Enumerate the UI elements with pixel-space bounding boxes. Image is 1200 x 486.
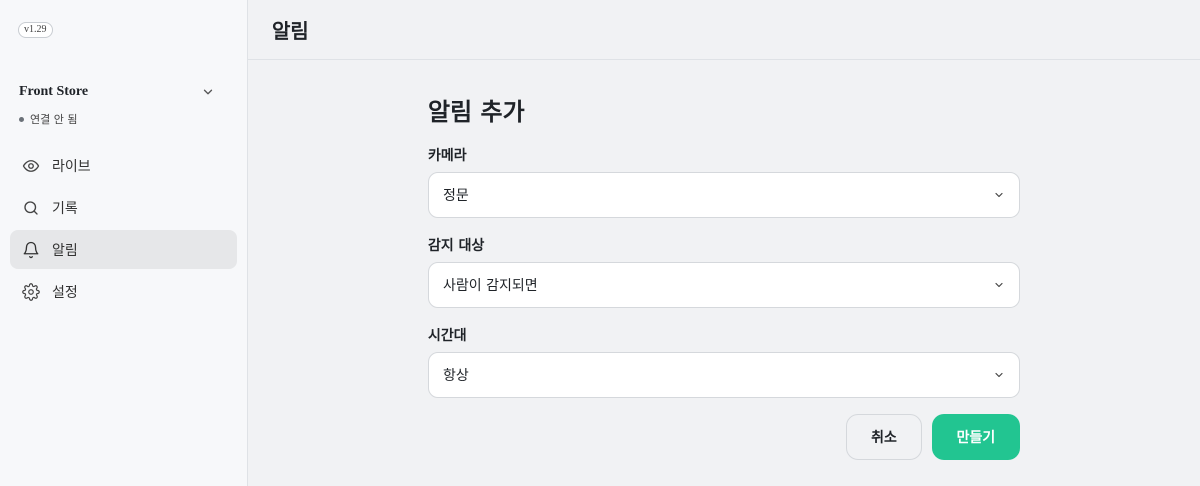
connection-status-label: 연결 안 됨: [30, 113, 78, 126]
create-button[interactable]: 만들기: [932, 414, 1020, 460]
status-dot: [19, 116, 24, 122]
detect-target-label: 감지 대상: [428, 238, 485, 254]
chevron-down-icon: [995, 192, 1003, 198]
search-icon: [24, 200, 38, 215]
sidebar-item-label: 라이브: [52, 158, 91, 175]
form-title: 알림 추가: [428, 98, 525, 126]
add-alert-form: 알림 추가 카메라 정문 감지 대상 사람이 감지되면 시간대 항상 취소 만들…: [428, 92, 1020, 460]
store-selector[interactable]: Front Store: [19, 82, 215, 102]
sidebar-item-history[interactable]: 기록: [10, 188, 237, 227]
top-bar: 알림: [248, 0, 1200, 60]
sidebar-item-label: 설정: [52, 284, 78, 301]
page-title: 알림: [272, 19, 309, 43]
time-range-label: 시간대: [428, 328, 467, 344]
main-area: 알림 알림 추가 카메라 정문 감지 대상 사람이 감지되면 시간대 항상 취소…: [248, 0, 1200, 486]
camera-select[interactable]: 정문: [428, 172, 1020, 218]
sidebar-nav: 라이브 기록 알림 설정: [10, 146, 237, 311]
detect-target-select-value: 사람이 감지되면: [443, 278, 538, 294]
sidebar-item-label: 알림: [52, 242, 78, 259]
sidebar-item-label: 기록: [52, 200, 78, 217]
connection-status: 연결 안 됨: [19, 111, 77, 127]
sidebar-item-live[interactable]: 라이브: [10, 146, 237, 185]
sidebar: v1.29 Front Store 연결 안 됨 라이브 기록 알림 설정: [0, 0, 248, 486]
time-range-select[interactable]: 항상: [428, 352, 1020, 398]
eye-icon: [22, 159, 40, 172]
app-root: v1.29 Front Store 연결 안 됨 라이브 기록 알림 설정 알림…: [0, 0, 1200, 486]
chevron-down-icon: [995, 372, 1003, 378]
time-range-select-value: 항상: [443, 368, 469, 384]
cancel-button[interactable]: 취소: [846, 414, 922, 460]
chevron-down-icon: [995, 282, 1003, 288]
version-badge: v1.29: [18, 22, 53, 38]
camera-label: 카메라: [428, 148, 467, 164]
chevron-down-icon: [203, 89, 213, 95]
sidebar-item-alerts[interactable]: 알림: [10, 230, 237, 269]
bell-icon: [23, 241, 39, 258]
form-actions: 취소 만들기: [428, 414, 1020, 460]
camera-select-value: 정문: [443, 188, 469, 204]
gear-icon: [22, 282, 40, 301]
detect-target-select[interactable]: 사람이 감지되면: [428, 262, 1020, 308]
sidebar-item-settings[interactable]: 설정: [10, 272, 237, 311]
store-name: Front Store: [19, 84, 89, 99]
content: 알림 추가 카메라 정문 감지 대상 사람이 감지되면 시간대 항상 취소 만들…: [248, 60, 1200, 486]
